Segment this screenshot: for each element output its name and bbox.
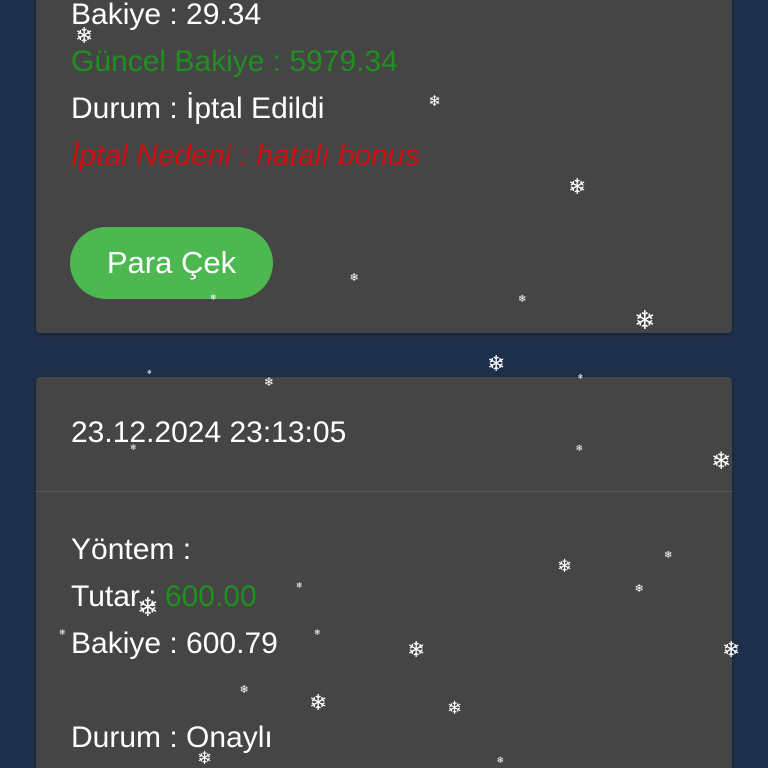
transaction-card-approved: 23.12.2024 23:13:05 Yöntem : Tutar : 600… [36, 377, 732, 768]
transaction-datetime: 23.12.2024 23:13:05 [71, 416, 347, 449]
cancel-reason-line: İptal Nedeni : hatalı bonus [71, 139, 420, 172]
transaction-card-cancelled: Bakiye : 29.34 Güncel Bakiye : 5979.34 D… [36, 0, 732, 333]
card-divider [36, 491, 732, 492]
status-line: Durum : İptal Edildi [71, 92, 325, 125]
amount-value: 600.00 [164, 580, 257, 613]
status-line: Durum : Onaylı [71, 721, 273, 754]
amount-label: Tutar : [71, 580, 165, 613]
amount-line: Tutar : 600.00 [71, 579, 257, 615]
current-balance-line: Güncel Bakiye : 5979.34 [71, 45, 398, 78]
snowflake-icon: ❄ [487, 351, 506, 376]
withdraw-button[interactable]: Para Çek [70, 227, 273, 299]
page: Bakiye : 29.34 Güncel Bakiye : 5979.34 D… [0, 0, 768, 768]
snowflake-icon: ❄ [147, 370, 153, 376]
balance-line: Bakiye : 29.34 [71, 0, 262, 31]
balance-line: Bakiye : 600.79 [71, 627, 278, 660]
method-line: Yöntem : [71, 533, 192, 566]
